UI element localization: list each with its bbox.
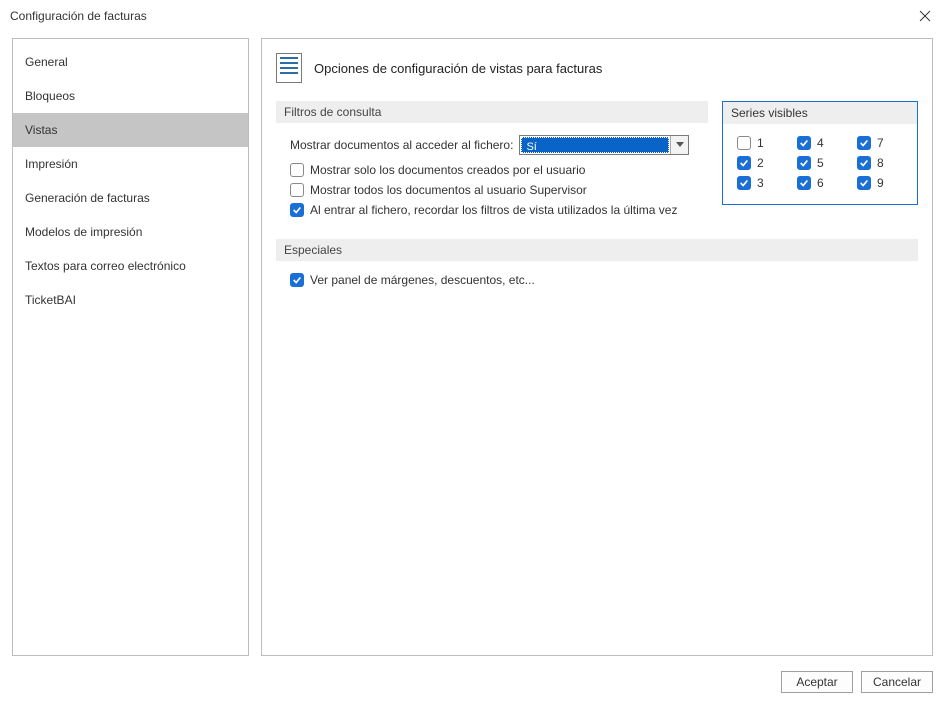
margins-panel-label: Ver panel de márgenes, descuentos, etc..…: [310, 273, 535, 287]
only-own-docs-label: Mostrar solo los documentos creados por …: [310, 163, 585, 177]
footer: Aceptar Cancelar: [781, 671, 933, 693]
series-2[interactable]: 2: [737, 156, 783, 170]
series-1-checkbox[interactable]: [737, 136, 751, 150]
sidebar-item-generacion[interactable]: Generación de facturas: [13, 181, 248, 215]
series-8-checkbox[interactable]: [857, 156, 871, 170]
series-9-label: 9: [877, 176, 884, 190]
series-1-label: 1: [757, 136, 764, 150]
specials-block: Especiales Ver panel de márgenes, descue…: [276, 239, 918, 287]
sidebar-item-modelos[interactable]: Modelos de impresión: [13, 215, 248, 249]
document-icon: [276, 53, 302, 83]
main-panel: Opciones de configuración de vistas para…: [261, 38, 933, 656]
only-own-docs-checkbox[interactable]: [290, 163, 304, 177]
series-4-checkbox[interactable]: [797, 136, 811, 150]
titlebar: Configuración de facturas: [0, 0, 945, 32]
series-5-label: 5: [817, 156, 824, 170]
series-8-label: 8: [877, 156, 884, 170]
dialog-body: General Bloqueos Vistas Impresión Genera…: [0, 32, 945, 656]
page-title: Opciones de configuración de vistas para…: [314, 61, 602, 76]
remember-filters-row[interactable]: Al entrar al fichero, recordar los filtr…: [290, 203, 708, 217]
series-4[interactable]: 4: [797, 136, 843, 150]
all-docs-supervisor-checkbox[interactable]: [290, 183, 304, 197]
series-7-checkbox[interactable]: [857, 136, 871, 150]
sidebar-item-ticketbai[interactable]: TicketBAI: [13, 283, 248, 317]
series-box: Series visibles 1 4 7: [722, 101, 918, 205]
series-3[interactable]: 3: [737, 176, 783, 190]
series-9[interactable]: 9: [857, 176, 903, 190]
show-docs-row: Mostrar documentos al acceder al fichero…: [290, 135, 708, 155]
chevron-down-icon[interactable]: [670, 136, 688, 154]
sidebar-item-impresion[interactable]: Impresión: [13, 147, 248, 181]
section-specials-title: Especiales: [276, 239, 918, 261]
sidebar: General Bloqueos Vistas Impresión Genera…: [12, 38, 249, 656]
series-6[interactable]: 6: [797, 176, 843, 190]
show-docs-label: Mostrar documentos al acceder al fichero…: [290, 138, 513, 152]
series-4-label: 4: [817, 136, 824, 150]
cancel-button[interactable]: Cancelar: [861, 671, 933, 693]
remember-filters-label: Al entrar al fichero, recordar los filtr…: [310, 203, 677, 217]
sidebar-item-general[interactable]: General: [13, 45, 248, 79]
series-8[interactable]: 8: [857, 156, 903, 170]
series-6-checkbox[interactable]: [797, 176, 811, 190]
series-5[interactable]: 5: [797, 156, 843, 170]
remember-filters-checkbox[interactable]: [290, 203, 304, 217]
close-button[interactable]: [905, 1, 945, 31]
window-title: Configuración de facturas: [10, 9, 147, 23]
only-own-docs-row[interactable]: Mostrar solo los documentos creados por …: [290, 163, 708, 177]
series-3-checkbox[interactable]: [737, 176, 751, 190]
sidebar-item-textos-correo[interactable]: Textos para correo electrónico: [13, 249, 248, 283]
series-3-label: 3: [757, 176, 764, 190]
show-docs-value: Sí: [521, 137, 669, 153]
all-docs-supervisor-row[interactable]: Mostrar todos los documentos al usuario …: [290, 183, 708, 197]
series-1[interactable]: 1: [737, 136, 783, 150]
series-2-checkbox[interactable]: [737, 156, 751, 170]
margins-panel-row[interactable]: Ver panel de márgenes, descuentos, etc..…: [290, 273, 918, 287]
series-grid: 1 4 7 2 5: [723, 124, 917, 204]
sidebar-item-bloqueos[interactable]: Bloqueos: [13, 79, 248, 113]
section-filters-title: Filtros de consulta: [276, 101, 708, 123]
series-9-checkbox[interactable]: [857, 176, 871, 190]
all-docs-supervisor-label: Mostrar todos los documentos al usuario …: [310, 183, 587, 197]
series-7[interactable]: 7: [857, 136, 903, 150]
main-header: Opciones de configuración de vistas para…: [276, 53, 918, 83]
show-docs-combo[interactable]: Sí: [519, 135, 689, 155]
series-2-label: 2: [757, 156, 764, 170]
series-6-label: 6: [817, 176, 824, 190]
form-area: Filtros de consulta Mostrar documentos a…: [276, 101, 918, 287]
margins-panel-checkbox[interactable]: [290, 273, 304, 287]
series-7-label: 7: [877, 136, 884, 150]
series-title: Series visibles: [723, 102, 917, 124]
series-5-checkbox[interactable]: [797, 156, 811, 170]
sidebar-item-vistas[interactable]: Vistas: [13, 113, 248, 147]
accept-button[interactable]: Aceptar: [781, 671, 853, 693]
